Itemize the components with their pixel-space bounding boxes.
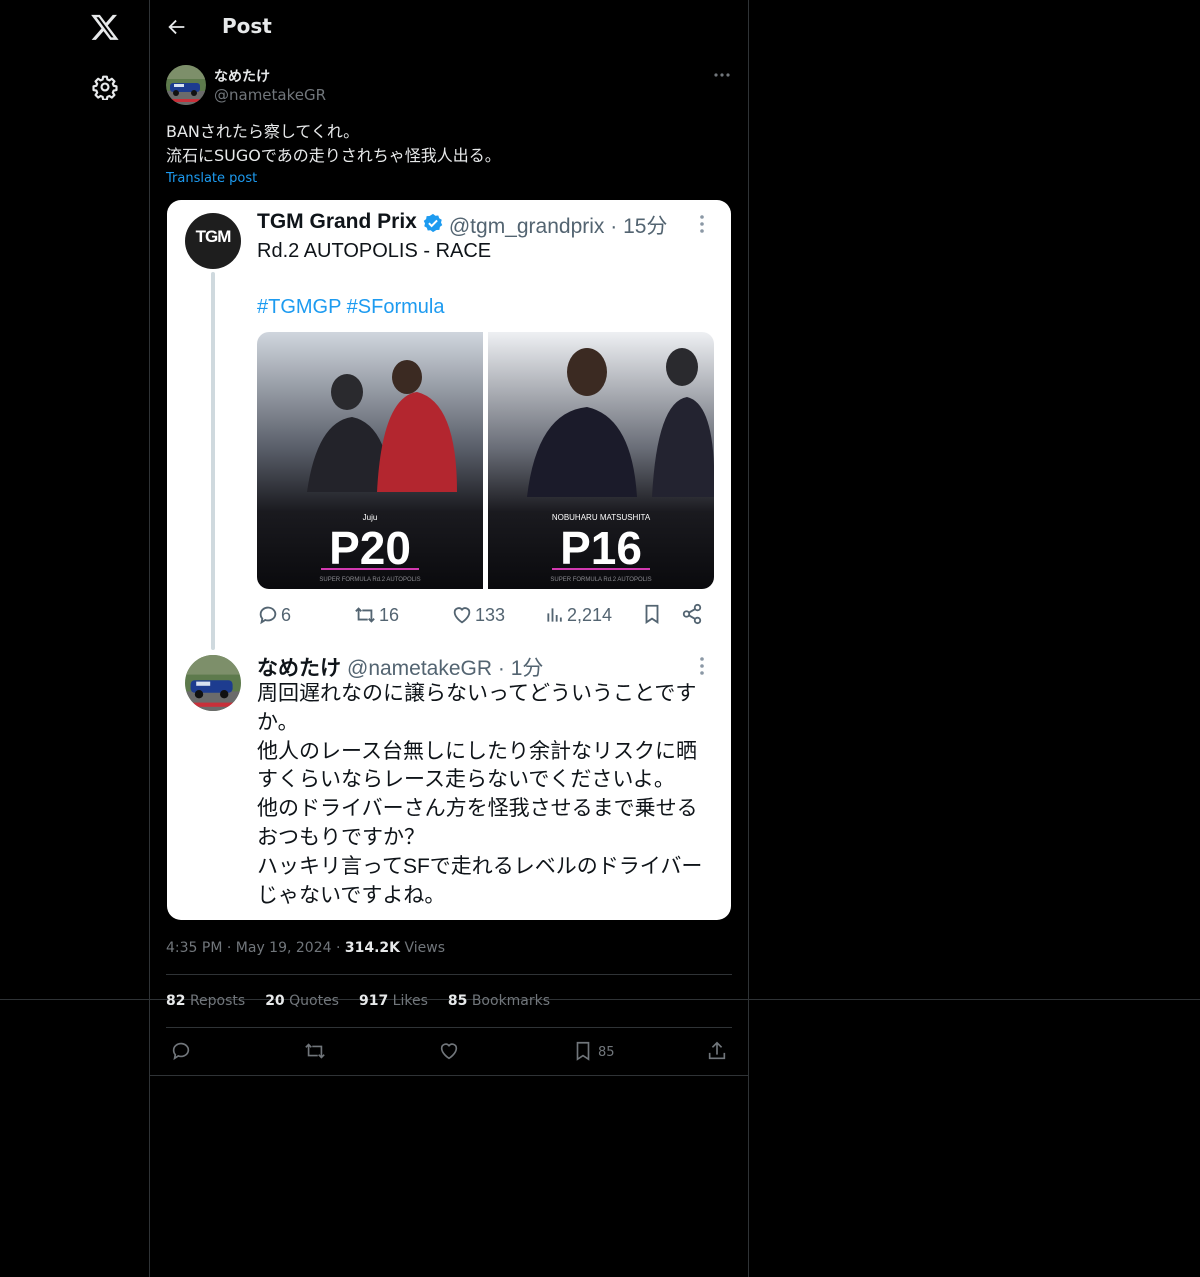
bookmark-count: 85 [598,1045,615,1060]
column-border-left [149,0,150,1277]
views-count: 314.2K [344,940,401,956]
quoted-replies: 6 [257,602,291,628]
reply-avatar [185,655,241,711]
attached-screenshot[interactable]: TGM TGM Grand Prix @tgm_grandprix · 15分 … [167,200,731,920]
post-timestamp[interactable]: 4:35 PM · May 19, 2024 · 314.2K Views [166,940,445,956]
image2-footer: SUPER FORMULA Rd.2 AUTOPOLIS [550,577,651,583]
verified-badge-icon [423,213,443,233]
image1-driver: Juju [363,513,378,522]
divider [166,1027,732,1028]
gear-icon[interactable] [92,74,118,100]
author-handle[interactable]: @nametakeGR [214,86,326,104]
divider [150,1075,748,1076]
bookmarks-stat[interactable]: 85 Bookmarks [448,993,550,1009]
translate-post-link[interactable]: Translate post [166,171,257,186]
image1-footer: SUPER FORMULA Rd.2 AUTOPOLIS [319,577,420,583]
views-icon [547,608,562,622]
avatar[interactable] [166,65,206,105]
share-icon [682,603,702,625]
quoted-images: Juju P20 SUPER FORMULA Rd.2 AUTOPOLIS NO… [257,332,714,589]
author-name[interactable]: なめたけ [214,66,270,86]
quoted-name: TGM Grand Prix [257,210,417,233]
reply-name: なめたけ [257,657,341,680]
divider [166,974,732,975]
quoted-retweets: 16 [353,602,399,628]
bookmark-button[interactable] [572,1040,594,1062]
image2-position: P16 [560,522,642,574]
reply-button[interactable] [170,1040,192,1062]
reply-handle-time: @nametakeGR · 1分 [347,657,544,680]
post-text: BANされたら察してくれ。 流石にSUGOであの走りされちゃ怪我人出る。 [166,122,501,165]
bookmark-icon [645,604,659,624]
image2-driver: NOBUHARU MATSUSHITA [552,513,651,522]
quoted-likes: 133 [451,602,505,628]
tgm-avatar: TGM [185,213,241,269]
more-options-icon[interactable] [710,66,734,84]
engagement-stats: 82 Reposts 20 Quotes 917 Likes 85 Bookma… [166,993,550,1009]
likes-stat[interactable]: 917 Likes [359,993,428,1009]
reposts-stat[interactable]: 82 Reposts [166,993,245,1009]
column-border-right [748,0,749,1277]
reply-icon [259,606,277,625]
thread-line [211,272,215,650]
views-label: Views [404,940,446,956]
heart-icon [453,607,471,624]
back-arrow-icon[interactable] [166,16,188,38]
quoted-views: 2,214 [545,602,612,628]
page-title: Post [222,14,272,38]
retweet-icon [355,607,375,623]
repost-button[interactable] [304,1040,326,1062]
reply-text: 周回遅れなのに譲らないってどういうことです か。 他人のレース台無しにしたり余計… [257,682,703,907]
card-more-icon [700,215,704,233]
quotes-stat[interactable]: 20 Quotes [265,993,339,1009]
share-button[interactable] [706,1040,728,1062]
quoted-hashtags: #TGMGP #SFormula [257,296,445,318]
quoted-handle-time: @tgm_grandprix · 15分 [448,215,668,238]
x-logo-icon[interactable] [90,12,120,42]
quoted-text: Rd.2 AUTOPOLIS - RACE [257,240,492,262]
reply-more-icon [700,657,704,675]
image1-position: P20 [329,522,411,574]
like-button[interactable] [438,1040,460,1062]
